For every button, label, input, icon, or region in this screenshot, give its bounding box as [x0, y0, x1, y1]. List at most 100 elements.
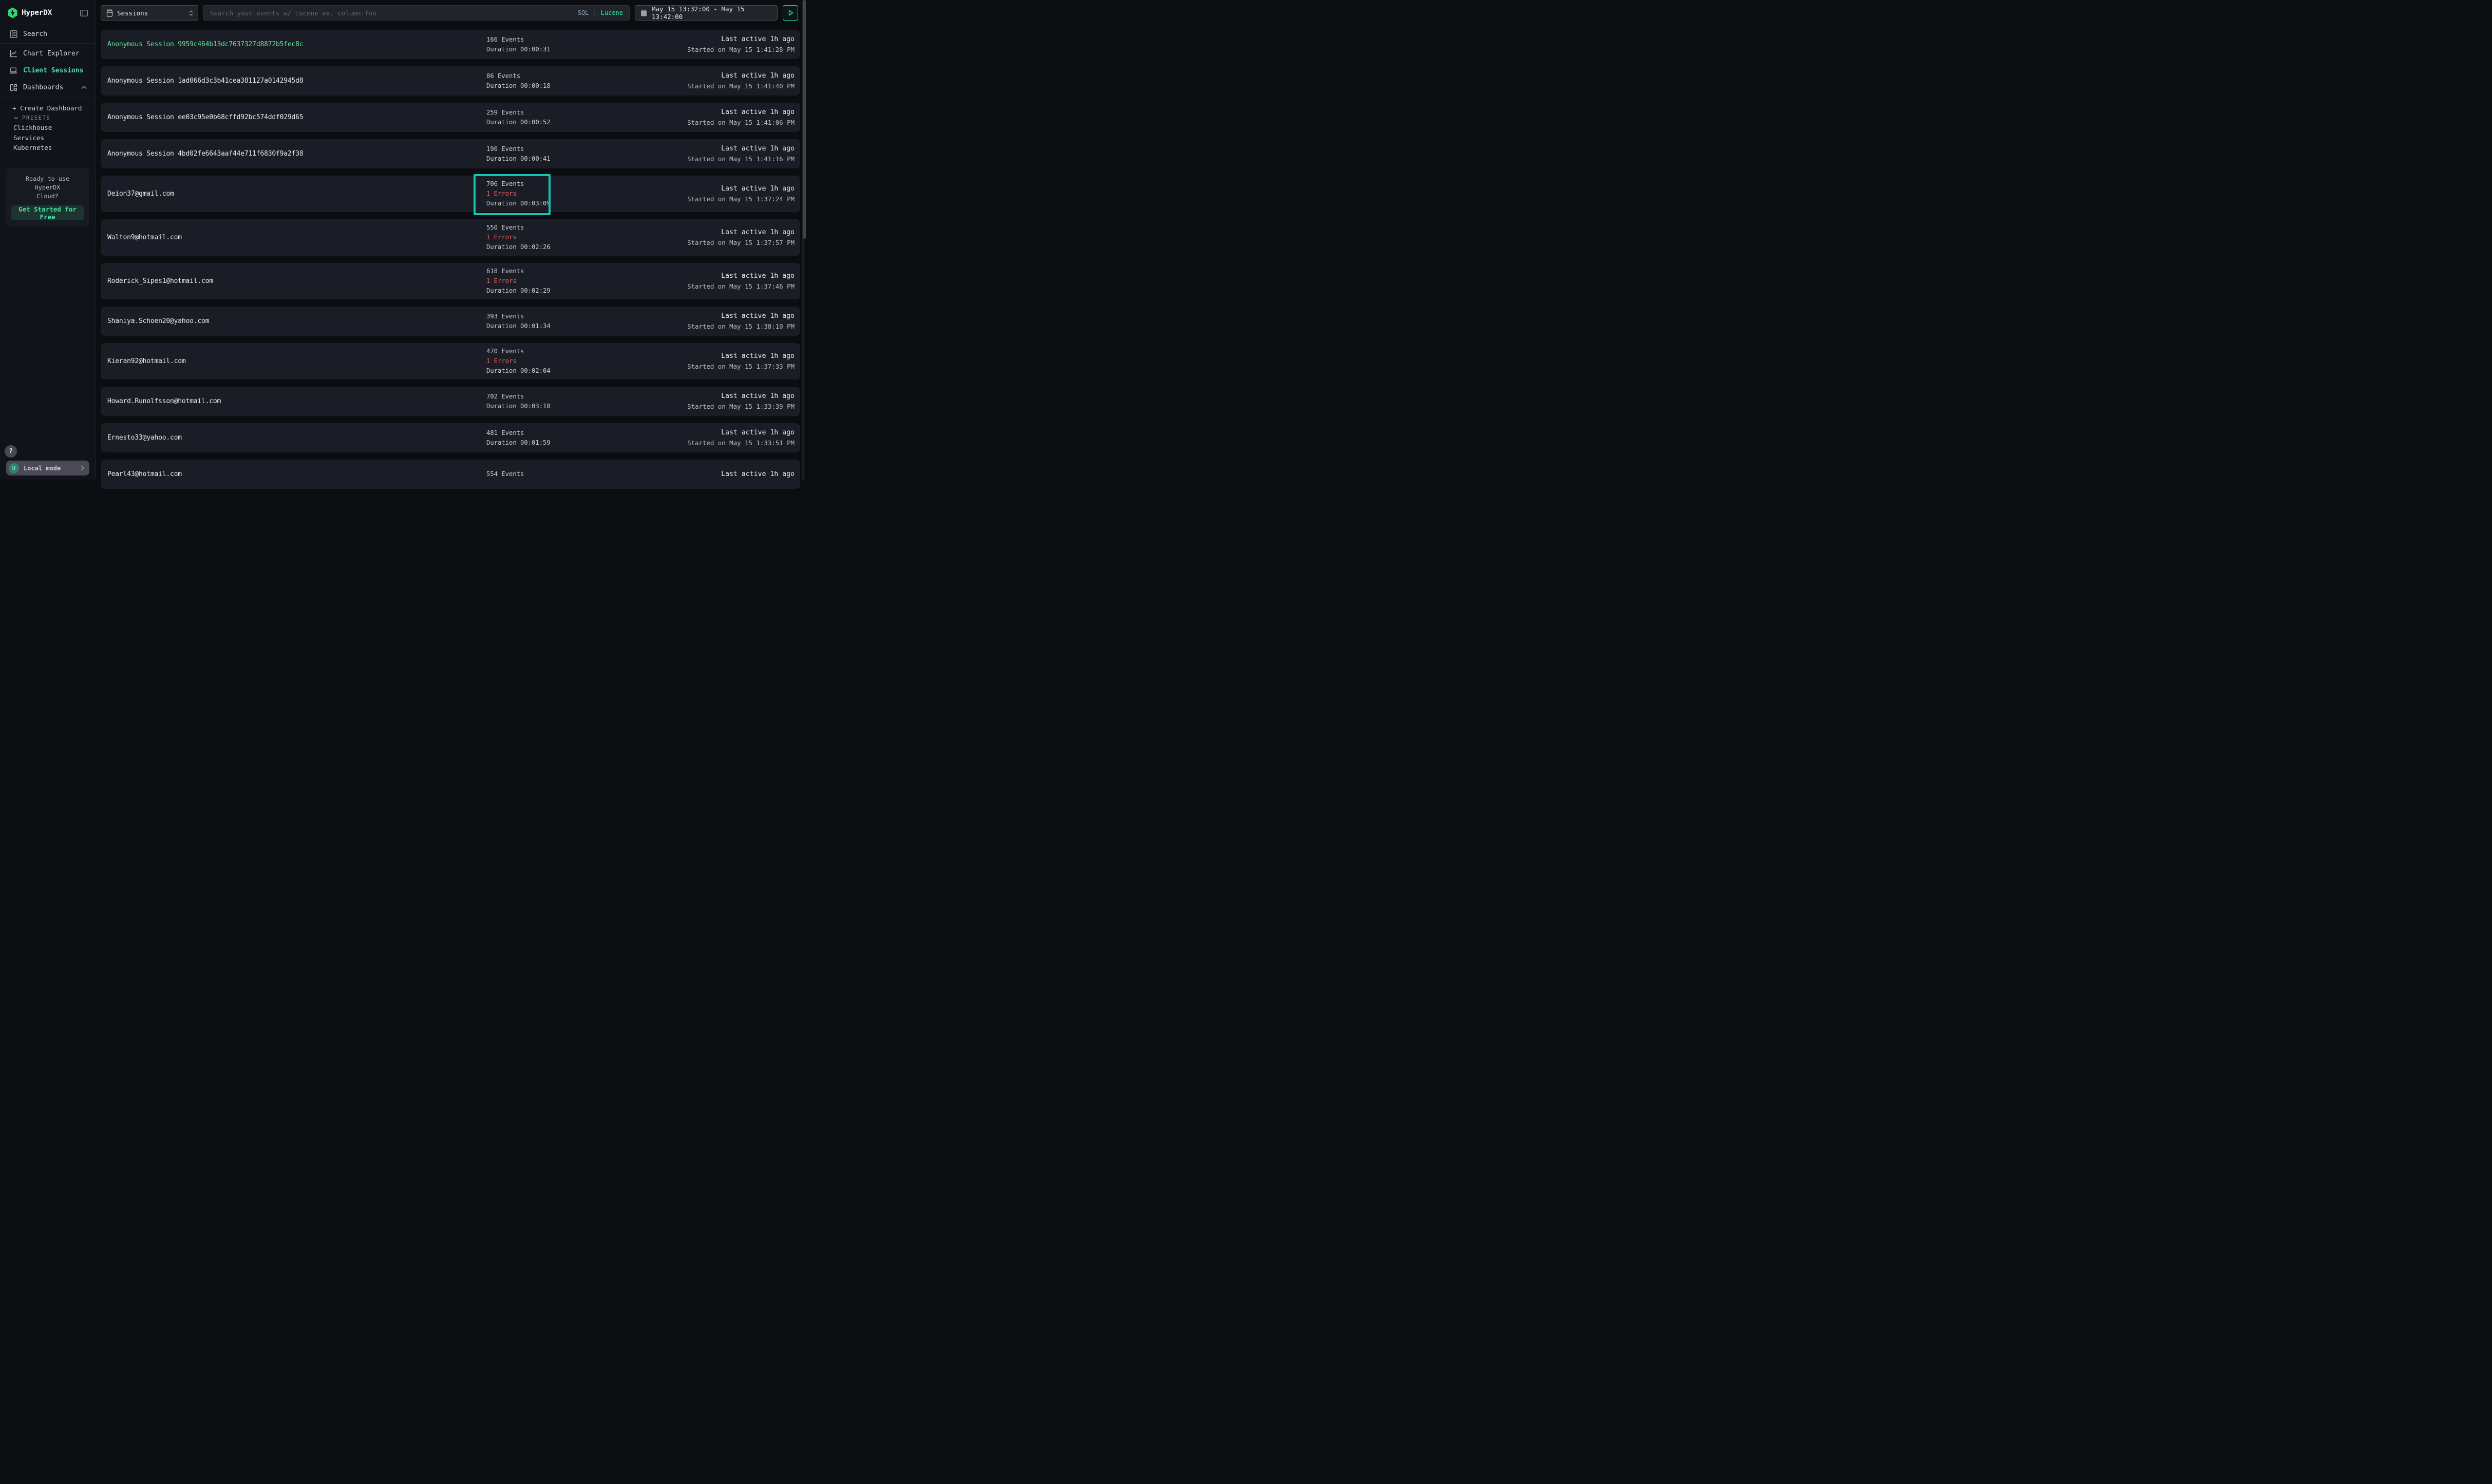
session-started: Started on May 15 1:37:46 PM — [687, 282, 795, 290]
search-input[interactable] — [210, 9, 574, 17]
sidebar-item-client-sessions[interactable]: Client Sessions — [0, 62, 95, 79]
session-events-count: 618 Events — [486, 268, 551, 275]
session-duration: Duration 00:00:52 — [486, 119, 551, 126]
session-stats: 86 Events Duration 00:00:18 — [486, 66, 551, 96]
get-started-button[interactable]: Get Started for Free — [11, 205, 84, 220]
dashboards-subnav: + Create Dashboard PRESETS Clickhouse Se… — [0, 98, 95, 153]
local-mode-button[interactable]: U Local mode — [6, 461, 89, 475]
session-events-count: 393 Events — [486, 313, 551, 320]
session-row[interactable]: Ernesto33@yahoo.com 481 Events Duration … — [101, 423, 800, 452]
session-last-active: Last active 1h ago — [687, 185, 795, 193]
lucene-toggle[interactable]: Lucene — [601, 9, 623, 16]
session-row[interactable]: Anonymous Session 1ad066d3c3b41cea381127… — [101, 66, 800, 96]
session-last-active: Last active 1h ago — [687, 35, 795, 43]
hyperdx-logo-icon — [7, 7, 18, 18]
session-duration: Duration 00:03:10 — [486, 403, 551, 410]
source-select-value: Sessions — [117, 9, 185, 17]
session-duration: Duration 00:01:34 — [486, 322, 551, 330]
layout-icon — [9, 84, 17, 91]
session-row[interactable]: Pearl43@hotmail.com 554 Events Last acti… — [101, 460, 800, 489]
session-events-count: 554 Events — [486, 470, 524, 478]
select-chevrons-icon — [189, 10, 193, 16]
session-row[interactable]: Kieran92@hotmail.com 470 Events 1 Errors… — [101, 343, 800, 379]
session-last-active: Last active 1h ago — [687, 312, 795, 320]
session-row[interactable]: Howard.Runolfsson@hotmail.com 702 Events… — [101, 387, 800, 416]
sidebar-nav-group: Chart Explorer Client Sessions — [0, 44, 95, 98]
session-row[interactable]: Anonymous Session 4bd02fe6643aaf44e711f6… — [101, 139, 800, 168]
chevron-up-icon[interactable] — [81, 86, 87, 89]
session-title: Pearl43@hotmail.com — [107, 460, 182, 489]
play-icon — [787, 9, 794, 16]
session-events-count: 259 Events — [486, 109, 551, 117]
sidebar-collapse-icon[interactable] — [80, 10, 88, 16]
session-times: Last active 1h ago Started on May 15 1:3… — [687, 176, 795, 212]
session-row[interactable]: Walton9@hotmail.com 550 Events 1 Errors … — [101, 219, 800, 256]
session-events-count: 86 Events — [486, 72, 551, 80]
sidebar-item-chart-explorer[interactable]: Chart Explorer — [0, 45, 95, 62]
sidebar-header: HyperDX — [0, 0, 95, 25]
preset-clickhouse[interactable]: Clickhouse — [0, 123, 95, 132]
session-title: Anonymous Session 9959c464b13dc7637327d8… — [107, 30, 303, 59]
sidebar-item-search[interactable]: Search — [0, 25, 95, 43]
session-errors-count: 1 Errors — [486, 190, 551, 198]
scrollbar-track[interactable] — [802, 0, 805, 480]
cloud-promo-card: Ready to use HyperDX Cloud? Get Started … — [6, 168, 89, 227]
cloud-promo-text: Cloud? — [11, 192, 84, 201]
source-select[interactable]: Sessions — [101, 5, 198, 21]
laptop-icon — [9, 67, 17, 74]
session-row[interactable]: Roderick_Sipes1@hotmail.com 618 Events 1… — [101, 263, 800, 299]
session-duration: Duration 00:01:59 — [486, 439, 551, 447]
session-duration: Duration 00:00:41 — [486, 155, 551, 163]
session-row[interactable]: Anonymous Session 9959c464b13dc7637327d8… — [101, 30, 800, 59]
search-bar: SQL | Lucene — [203, 5, 630, 21]
brand[interactable]: HyperDX — [7, 7, 52, 18]
session-started: Started on May 15 1:33:51 PM — [687, 439, 795, 447]
presets-section-toggle[interactable]: PRESETS — [0, 113, 95, 123]
sidebar: HyperDX Search — [0, 0, 96, 480]
session-errors-count: 1 Errors — [486, 277, 551, 285]
session-duration: Duration 00:02:29 — [486, 287, 551, 295]
session-stats: 259 Events Duration 00:00:52 — [486, 103, 551, 132]
session-last-active: Last active 1h ago — [687, 229, 795, 236]
session-events-count: 166 Events — [486, 36, 551, 44]
session-started: Started on May 15 1:41:16 PM — [687, 155, 795, 163]
sql-toggle[interactable]: SQL — [578, 9, 589, 16]
session-started: Started on May 15 1:41:40 PM — [687, 82, 795, 90]
database-icon — [106, 9, 113, 17]
sidebar-item-dashboards[interactable]: Dashboards — [0, 79, 95, 96]
date-range-picker[interactable]: May 15 13:32:00 - May 15 13:42:00 — [635, 5, 778, 21]
session-title: Shaniya.Schoen20@yahoo.com — [107, 307, 209, 336]
session-stats: 702 Events Duration 00:03:10 — [486, 387, 551, 416]
session-last-active: Last active 1h ago — [687, 145, 795, 153]
create-dashboard-button[interactable]: + Create Dashboard — [0, 103, 95, 113]
preset-services[interactable]: Services — [0, 133, 95, 143]
topbar: Sessions SQL | Lucene — [96, 0, 805, 21]
session-row[interactable]: Anonymous Session ee03c95e0b68cffd92bc57… — [101, 103, 800, 132]
preset-kubernetes[interactable]: Kubernetes — [0, 143, 95, 153]
session-times: Last active 1h ago Started on May 15 1:3… — [687, 263, 795, 299]
scrollbar-thumb[interactable] — [803, 0, 806, 239]
session-title: Anonymous Session 1ad066d3c3b41cea381127… — [107, 66, 303, 96]
chevron-down-icon — [14, 117, 18, 120]
session-duration: Duration 00:02:04 — [486, 367, 551, 375]
session-title: Kieran92@hotmail.com — [107, 343, 186, 379]
run-search-button[interactable] — [783, 5, 798, 21]
session-events-count: 481 Events — [486, 429, 551, 437]
session-last-active: Last active 1h ago — [687, 108, 795, 116]
sidebar-item-label: Chart Explorer — [23, 50, 80, 58]
session-duration: Duration 00:03:09 — [486, 200, 551, 207]
session-started: Started on May 15 1:41:06 PM — [687, 119, 795, 126]
local-mode-label: Local mode — [24, 465, 76, 472]
session-title: Roderick_Sipes1@hotmail.com — [107, 263, 213, 299]
session-row[interactable]: Deion37@gmail.com 706 Events 1 Errors Du… — [101, 176, 800, 212]
presets-label: PRESETS — [22, 115, 50, 121]
session-stats: 470 Events 1 Errors Duration 00:02:04 — [486, 343, 551, 379]
session-row[interactable]: Shaniya.Schoen20@yahoo.com 393 Events Du… — [101, 307, 800, 336]
help-button[interactable]: ? — [5, 445, 17, 458]
session-stats: 550 Events 1 Errors Duration 00:02:26 — [486, 219, 551, 256]
session-times: Last active 1h ago Started on May 15 1:4… — [687, 30, 795, 59]
session-last-active: Last active 1h ago — [687, 272, 795, 280]
chart-icon — [9, 50, 17, 58]
session-times: Last active 1h ago Started on May 15 1:4… — [687, 66, 795, 96]
session-started: Started on May 15 1:37:33 PM — [687, 363, 795, 370]
